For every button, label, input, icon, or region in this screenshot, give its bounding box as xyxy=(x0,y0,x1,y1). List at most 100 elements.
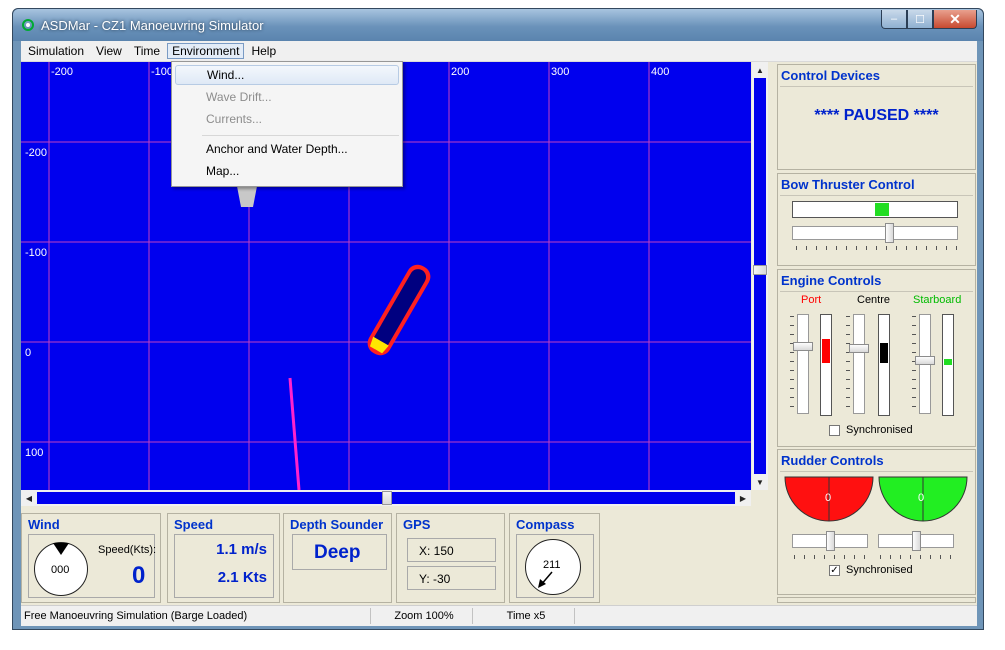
menu-item-wind[interactable]: Wind... xyxy=(175,65,399,85)
bow-thruster-title: Bow Thruster Control xyxy=(781,177,915,192)
menu-environment[interactable]: Environment xyxy=(167,43,245,59)
minimize-button[interactable]: – xyxy=(881,10,907,29)
port-rudder-value: 0 xyxy=(825,492,832,504)
menu-item-currents: Currents... xyxy=(206,112,263,126)
speed-panel: Speed 1.1 m/s 2.1 Kts xyxy=(167,513,280,603)
starboard-engine-label: Starboard xyxy=(913,294,962,306)
wind-panel: Wind 000 Speed(Kts): 0 xyxy=(21,513,161,603)
close-button[interactable]: ✕ xyxy=(933,10,977,29)
x-axis-label: 400 xyxy=(651,66,670,78)
wind-speed-label: Speed(Kts): xyxy=(98,544,157,556)
menu-view[interactable]: View xyxy=(91,43,127,59)
vertical-scrollbar[interactable]: ▲ ▼ xyxy=(752,62,768,490)
bow-thruster-slider-thumb[interactable] xyxy=(885,223,894,243)
rudder-synchronised-checkbox[interactable]: ✓ xyxy=(829,565,840,576)
scroll-right-icon[interactable]: ▶ xyxy=(735,490,751,506)
rudder-synchronised-label: Synchronised xyxy=(846,564,913,576)
status-time: Time x5 xyxy=(475,608,575,624)
port-throttle-thumb[interactable] xyxy=(793,342,813,351)
bow-thruster-panel: Bow Thruster Control xyxy=(777,173,976,266)
rudder-controls-title: Rudder Controls xyxy=(781,453,884,468)
paused-status: **** PAUSED **** xyxy=(814,107,939,124)
status-mode: Free Manoeuvring Simulation (Barge Loade… xyxy=(21,608,371,624)
centre-throttle-slider[interactable] xyxy=(853,314,865,414)
x-axis-label: 300 xyxy=(551,66,570,78)
centre-throttle-thumb[interactable] xyxy=(849,344,869,353)
menu-help[interactable]: Help xyxy=(246,43,281,59)
vertical-scroll-thumb[interactable] xyxy=(753,265,767,275)
centre-engine-gauge xyxy=(878,314,890,416)
starboard-throttle-thumb[interactable] xyxy=(915,356,935,365)
y-axis-label: -100 xyxy=(25,247,48,259)
starboard-engine-gauge xyxy=(942,314,954,416)
y-axis-label: 0 xyxy=(25,347,32,359)
vertical-scroll-track xyxy=(754,78,766,474)
port-throttle-slider[interactable] xyxy=(797,314,809,414)
compass-panel: Compass 211 xyxy=(509,513,600,603)
port-engine-label: Port xyxy=(801,294,822,306)
menu-separator xyxy=(202,135,399,136)
barge-ship xyxy=(367,264,431,356)
port-engine-gauge xyxy=(820,314,832,416)
menu-item-wave-drift: Wave Drift... xyxy=(206,90,272,104)
gps-y-value: Y: -30 xyxy=(419,572,451,586)
engine-controls-title: Engine Controls xyxy=(781,273,882,288)
rudder-controls-panel: Rudder Controls 0 0 ✓ Synchronised xyxy=(777,449,976,595)
compass-needle-icon xyxy=(538,571,553,588)
environment-menu: Wind... Wave Drift... Currents... Anchor… xyxy=(171,61,403,187)
x-axis-label: -100 xyxy=(151,66,174,78)
port-rudder-slider-thumb[interactable] xyxy=(826,531,835,551)
menu-item-anchor-water-depth[interactable]: Anchor and Water Depth... xyxy=(175,139,399,159)
scroll-left-icon[interactable]: ◀ xyxy=(21,490,37,506)
right-panel-spacer xyxy=(777,597,976,603)
bow-thruster-slider[interactable] xyxy=(792,226,958,240)
speed-title: Speed xyxy=(174,517,214,532)
control-devices-panel: Control Devices **** PAUSED **** xyxy=(777,64,976,170)
engine-controls-panel: Engine Controls Port Centre Starboard Sy… xyxy=(777,269,976,447)
speed-ms-value: 1.1 m/s xyxy=(216,541,267,558)
speed-kts-value: 2.1 Kts xyxy=(217,569,267,586)
compass-title: Compass xyxy=(516,517,575,532)
control-devices-title: Control Devices xyxy=(781,68,880,83)
scroll-down-icon[interactable]: ▼ xyxy=(752,474,768,490)
menu-bar: Simulation View Time Environment Help xyxy=(21,41,977,62)
scroll-up-icon[interactable]: ▲ xyxy=(752,62,768,78)
window-title: ASDMar - CZ1 Manoeuvring Simulator xyxy=(41,18,264,33)
depth-sounder-title: Depth Sounder xyxy=(290,517,384,532)
x-axis-label: -200 xyxy=(51,66,74,78)
ship-track xyxy=(288,377,301,490)
depth-sounder-panel: Depth Sounder Deep xyxy=(283,513,392,603)
title-bar[interactable]: ASDMar - CZ1 Manoeuvring Simulator – ☐ ✕ xyxy=(13,9,983,41)
horizontal-scroll-thumb[interactable] xyxy=(382,491,392,505)
maximize-button[interactable]: ☐ xyxy=(907,10,933,29)
engine-synchronised-checkbox[interactable] xyxy=(829,425,840,436)
depth-value: Deep xyxy=(314,542,361,563)
horizontal-scrollbar[interactable]: ◀ ▶ xyxy=(21,490,751,506)
wind-title: Wind xyxy=(28,517,60,532)
compass-heading-value: 211 xyxy=(543,559,561,571)
gps-panel: GPS X: 150 Y: -30 xyxy=(396,513,505,603)
centre-engine-label: Centre xyxy=(857,294,891,306)
engine-synchronised-label: Synchronised xyxy=(846,424,913,436)
starboard-rudder-value: 0 xyxy=(918,492,925,504)
x-axis-label: 200 xyxy=(451,66,470,78)
status-bar: Free Manoeuvring Simulation (Barge Loade… xyxy=(21,605,977,626)
app-window: ASDMar - CZ1 Manoeuvring Simulator – ☐ ✕… xyxy=(12,8,984,630)
client-area: Simulation View Time Environment Help -2… xyxy=(21,41,977,626)
menu-item-map[interactable]: Map... xyxy=(175,161,399,181)
menu-time[interactable]: Time xyxy=(129,43,165,59)
ship-wheel-icon xyxy=(22,19,34,31)
y-axis-label: 100 xyxy=(25,447,44,459)
gps-title: GPS xyxy=(403,517,431,532)
starboard-rudder-slider-thumb[interactable] xyxy=(912,531,921,551)
scrollbar-corner xyxy=(752,490,768,506)
gps-x-value: X: 150 xyxy=(419,544,454,558)
wind-arrow-icon xyxy=(53,543,69,555)
wind-direction-value: 000 xyxy=(51,564,70,576)
menu-simulation[interactable]: Simulation xyxy=(23,43,89,59)
bow-thruster-indicator xyxy=(792,201,958,218)
wind-speed-value: 0 xyxy=(132,562,146,589)
status-empty xyxy=(577,608,977,624)
status-zoom: Zoom 100% xyxy=(373,608,473,624)
y-axis-label: -200 xyxy=(25,147,48,159)
